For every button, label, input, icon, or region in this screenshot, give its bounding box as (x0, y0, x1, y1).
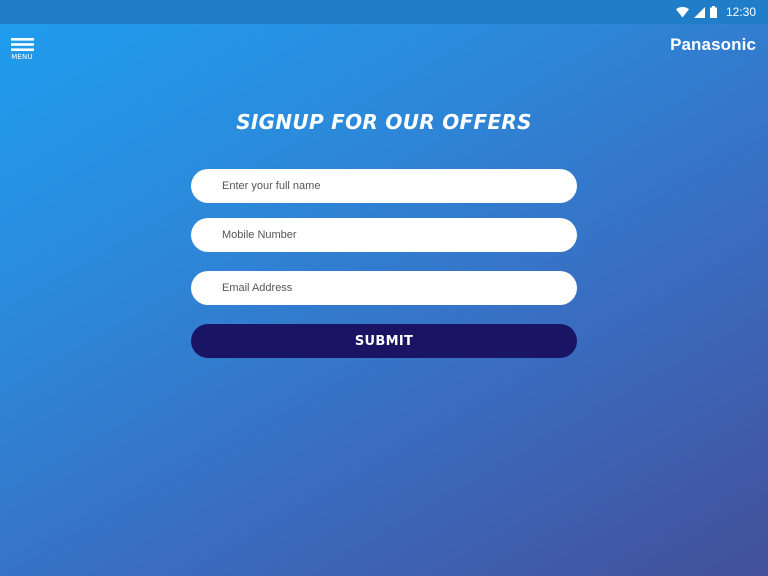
full-name-input[interactable] (191, 169, 577, 203)
email-address-input[interactable] (191, 271, 577, 305)
signup-screen: 12:30 MENU Panasonic SIGNUP FOR OUR OFFE… (0, 0, 768, 576)
battery-icon (709, 6, 717, 18)
status-icons: 12:30 (675, 0, 756, 24)
panasonic-logo: Panasonic (670, 35, 756, 54)
wifi-icon (675, 6, 689, 18)
menu-button[interactable]: MENU (9, 38, 35, 64)
submit-button[interactable]: SUBMIT (191, 324, 577, 358)
signal-icon (693, 6, 705, 18)
status-bar: 12:30 (0, 0, 768, 24)
hamburger-icon (10, 38, 34, 52)
menu-label: MENU (11, 53, 33, 61)
page-title: SIGNUP FOR OUR OFFERS (236, 110, 532, 134)
mobile-number-input[interactable] (191, 218, 577, 252)
status-time: 12:30 (725, 5, 756, 19)
